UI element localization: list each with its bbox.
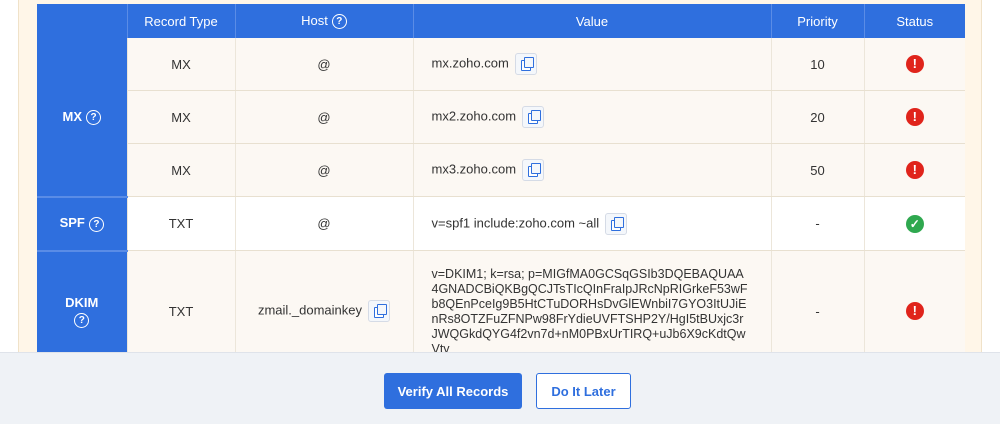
header-host: Host?: [235, 4, 414, 38]
record-type-cell: MX: [127, 38, 236, 91]
value-cell: v=spf1 include:zoho.com ~all: [413, 196, 772, 251]
mx-group-label: MX?: [37, 38, 128, 198]
status-cell: !: [864, 90, 965, 144]
dkim-help-icon[interactable]: ?: [74, 312, 90, 328]
value-cell: mx.zoho.com: [413, 38, 772, 91]
priority-cell: -: [771, 196, 865, 251]
priority-cell: 10: [771, 38, 865, 91]
header-priority: Priority: [771, 4, 865, 38]
table-header-row: Record Type Host? Value Priority Status: [37, 4, 965, 38]
status-cell: !: [864, 143, 965, 197]
header-status: Status: [864, 4, 965, 38]
copy-icon[interactable]: [605, 212, 628, 235]
table-row: MX @ mx3.zoho.com 50 !: [37, 143, 965, 197]
table-row: MX @ mx2.zoho.com 20 !: [37, 90, 965, 144]
mx-help-icon[interactable]: ?: [86, 109, 101, 125]
header-category: [37, 4, 128, 38]
verify-all-records-button[interactable]: Verify All Records: [384, 373, 522, 409]
error-status-icon: !: [905, 55, 924, 73]
host-text: zmail._domainkey: [257, 302, 363, 318]
error-status-icon: !: [905, 161, 924, 179]
header-record-type: Record Type: [127, 4, 236, 38]
host-cell: @: [235, 38, 414, 91]
copy-icon[interactable]: [522, 159, 545, 181]
table-row: MX? MX @ mx.zoho.com 10 !: [37, 38, 965, 198]
host-cell: @: [235, 143, 414, 197]
priority-cell: 20: [771, 90, 865, 144]
error-status-icon: !: [905, 302, 924, 320]
dns-records-table: Record Type Host? Value Priority Status …: [37, 4, 965, 373]
success-status-icon: ✓: [905, 214, 924, 233]
record-type-cell: MX: [127, 143, 236, 197]
value-cell: mx3.zoho.com: [413, 143, 772, 197]
spf-group-label: SPF?: [37, 196, 128, 252]
header-value: Value: [413, 4, 772, 38]
priority-cell: 50: [771, 143, 865, 197]
mx-label: MX: [62, 108, 83, 124]
copy-icon[interactable]: [368, 300, 391, 322]
dkim-label: DKIM: [65, 294, 99, 310]
status-cell: ✓: [864, 196, 965, 251]
error-status-icon: !: [905, 108, 924, 126]
value-cell: mx2.zoho.com: [413, 90, 772, 144]
copy-icon[interactable]: [522, 106, 545, 128]
dkim-value-text: v=DKIM1; k=rsa; p=MIGfMA0GCSqGSIb3DQEBAQ…: [431, 267, 748, 356]
copy-icon[interactable]: [514, 53, 537, 75]
spf-help-icon[interactable]: ?: [88, 216, 104, 232]
action-footer: Verify All Records Do It Later: [0, 352, 1000, 424]
value-text: v=spf1 include:zoho.com ~all: [431, 214, 600, 230]
record-type-cell: MX: [127, 90, 236, 144]
status-cell: !: [864, 38, 965, 91]
host-cell: @: [235, 196, 414, 251]
host-help-icon[interactable]: ?: [331, 14, 347, 30]
header-host-label: Host: [301, 12, 328, 28]
host-cell: @: [235, 90, 414, 144]
table-row: SPF? TXT @ v=spf1 include:zoho.com ~all …: [37, 196, 965, 252]
record-type-cell: TXT: [127, 196, 236, 251]
do-it-later-button[interactable]: Do It Later: [536, 373, 631, 409]
value-text: mx2.zoho.com: [431, 108, 517, 124]
value-text: mx.zoho.com: [431, 55, 509, 71]
value-text: mx3.zoho.com: [431, 161, 517, 177]
spf-label: SPF: [59, 215, 85, 231]
